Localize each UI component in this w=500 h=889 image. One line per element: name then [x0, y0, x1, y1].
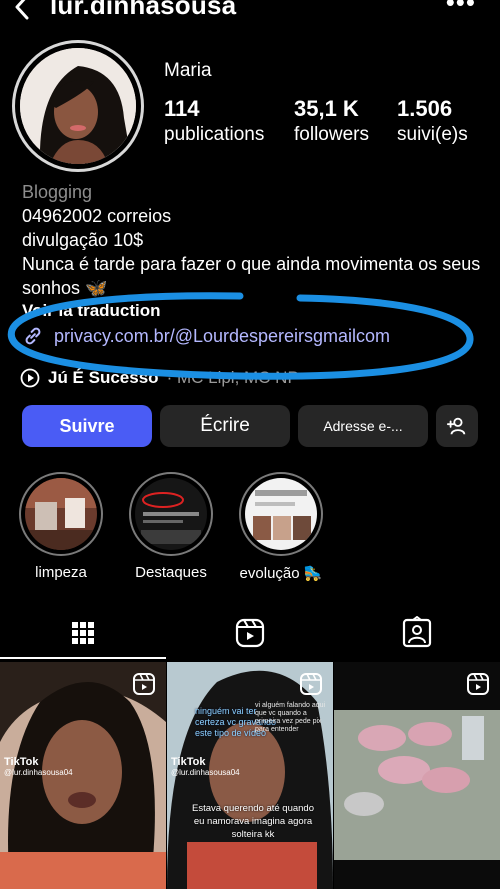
see-translation-link[interactable]: Voir la traduction	[22, 301, 161, 321]
reels-icon	[467, 673, 489, 695]
bio-link[interactable]: privacy.com.br/@Lourdespereirsgmailcom	[22, 325, 390, 347]
reels-icon	[300, 673, 322, 695]
profile-display-name: Maria	[164, 60, 212, 81]
bio-line: 04962002 correios	[22, 206, 172, 226]
play-circle-icon	[20, 368, 40, 388]
grid-icon[interactable]	[66, 616, 100, 650]
tiktok-brand: TikTok	[4, 756, 39, 768]
stat-posts-count: 114	[164, 96, 200, 121]
highlight-ring[interactable]	[19, 472, 103, 556]
tiktok-handle: @lur.dinhasousa04	[4, 768, 73, 777]
more-horizontal-icon[interactable]: •••	[446, 0, 476, 15]
chevron-left-icon[interactable]	[8, 0, 38, 22]
reels-icon[interactable]	[233, 616, 267, 650]
post-thumbnail[interactable]: TikTok @lur.dinhasousa04	[0, 662, 166, 889]
tiktok-watermark: TikTok @lur.dinhasousa04	[4, 756, 73, 777]
reels-icon	[133, 673, 155, 695]
post-image	[334, 662, 500, 889]
highlight-limpeza[interactable]: limpeza	[18, 472, 104, 581]
stat-followers-label: followers	[294, 124, 369, 145]
post-thumbnail[interactable]: ninguém vai ter certeza vc gravando este…	[167, 662, 333, 889]
highlight-label: evolução 🛼	[239, 565, 323, 582]
highlight-label: limpeza	[35, 564, 87, 581]
stat-followers[interactable]: 35,1 K followers	[294, 96, 369, 146]
post-thumbnail[interactable]	[334, 662, 500, 889]
highlight-ring[interactable]	[129, 472, 213, 556]
profile-music[interactable]: Jú É Sucesso · MC Lipi, MC NP	[20, 367, 299, 389]
profile-avatar-ring[interactable]	[12, 40, 144, 172]
tiktok-watermark: TikTok @lur.dinhasousa04	[171, 756, 240, 777]
highlight-ring[interactable]	[239, 472, 323, 556]
link-icon	[25, 327, 41, 345]
active-tab-indicator	[0, 657, 166, 659]
highlight-destaques[interactable]: Destaques	[128, 472, 214, 581]
top-bar: lur.dinhasousa •••	[0, 0, 500, 28]
tiktok-handle: @lur.dinhasousa04	[171, 768, 240, 777]
tiktok-brand: TikTok	[171, 756, 206, 768]
stat-followers-count: 35,1 K	[294, 96, 359, 121]
bio-line: divulgação 10$	[22, 230, 144, 250]
stat-following-label: suivi(e)s	[397, 124, 468, 145]
music-title: Jú É Sucesso	[48, 368, 159, 387]
post-caption-overlay: Estava querendo até quando eu namorava i…	[191, 803, 314, 840]
stat-following-count: 1.506	[397, 96, 453, 121]
add-user-button[interactable]	[436, 405, 478, 447]
stat-following[interactable]: 1.506 suivi(e)s	[397, 96, 468, 146]
avatar[interactable]	[20, 48, 136, 164]
email-button[interactable]: Adresse e-...	[298, 405, 428, 447]
highlight-cover	[25, 478, 97, 550]
post-overlay-text: vi alguém falando aqui que vc quando a p…	[255, 702, 326, 733]
bio-link-text[interactable]: privacy.com.br/@Lourdespereirsgmailcom	[54, 326, 390, 347]
add-user-icon	[446, 417, 466, 435]
profile-username: lur.dinhasousa	[50, 0, 237, 20]
profile-bio: Blogging 04962002 correios divulgação 10…	[22, 180, 492, 298]
music-artist: · MC Lipi, MC NP	[166, 368, 299, 387]
highlight-label: Destaques	[135, 564, 207, 581]
highlight-cover	[245, 478, 317, 550]
bio-category: Blogging	[22, 182, 93, 202]
tagged-icon[interactable]	[400, 616, 434, 650]
stat-posts[interactable]: 114 publications	[164, 96, 264, 146]
highlight-evolucao[interactable]: evolução 🛼	[238, 472, 324, 582]
stat-posts-label: publications	[164, 124, 265, 145]
bio-line: Nunca é tarde para fazer o que ainda mov…	[22, 254, 481, 298]
follow-button[interactable]: Suivre	[22, 405, 152, 447]
highlight-cover	[135, 478, 207, 550]
profile-tabs	[0, 610, 500, 660]
message-button[interactable]: Écrire	[160, 405, 290, 447]
